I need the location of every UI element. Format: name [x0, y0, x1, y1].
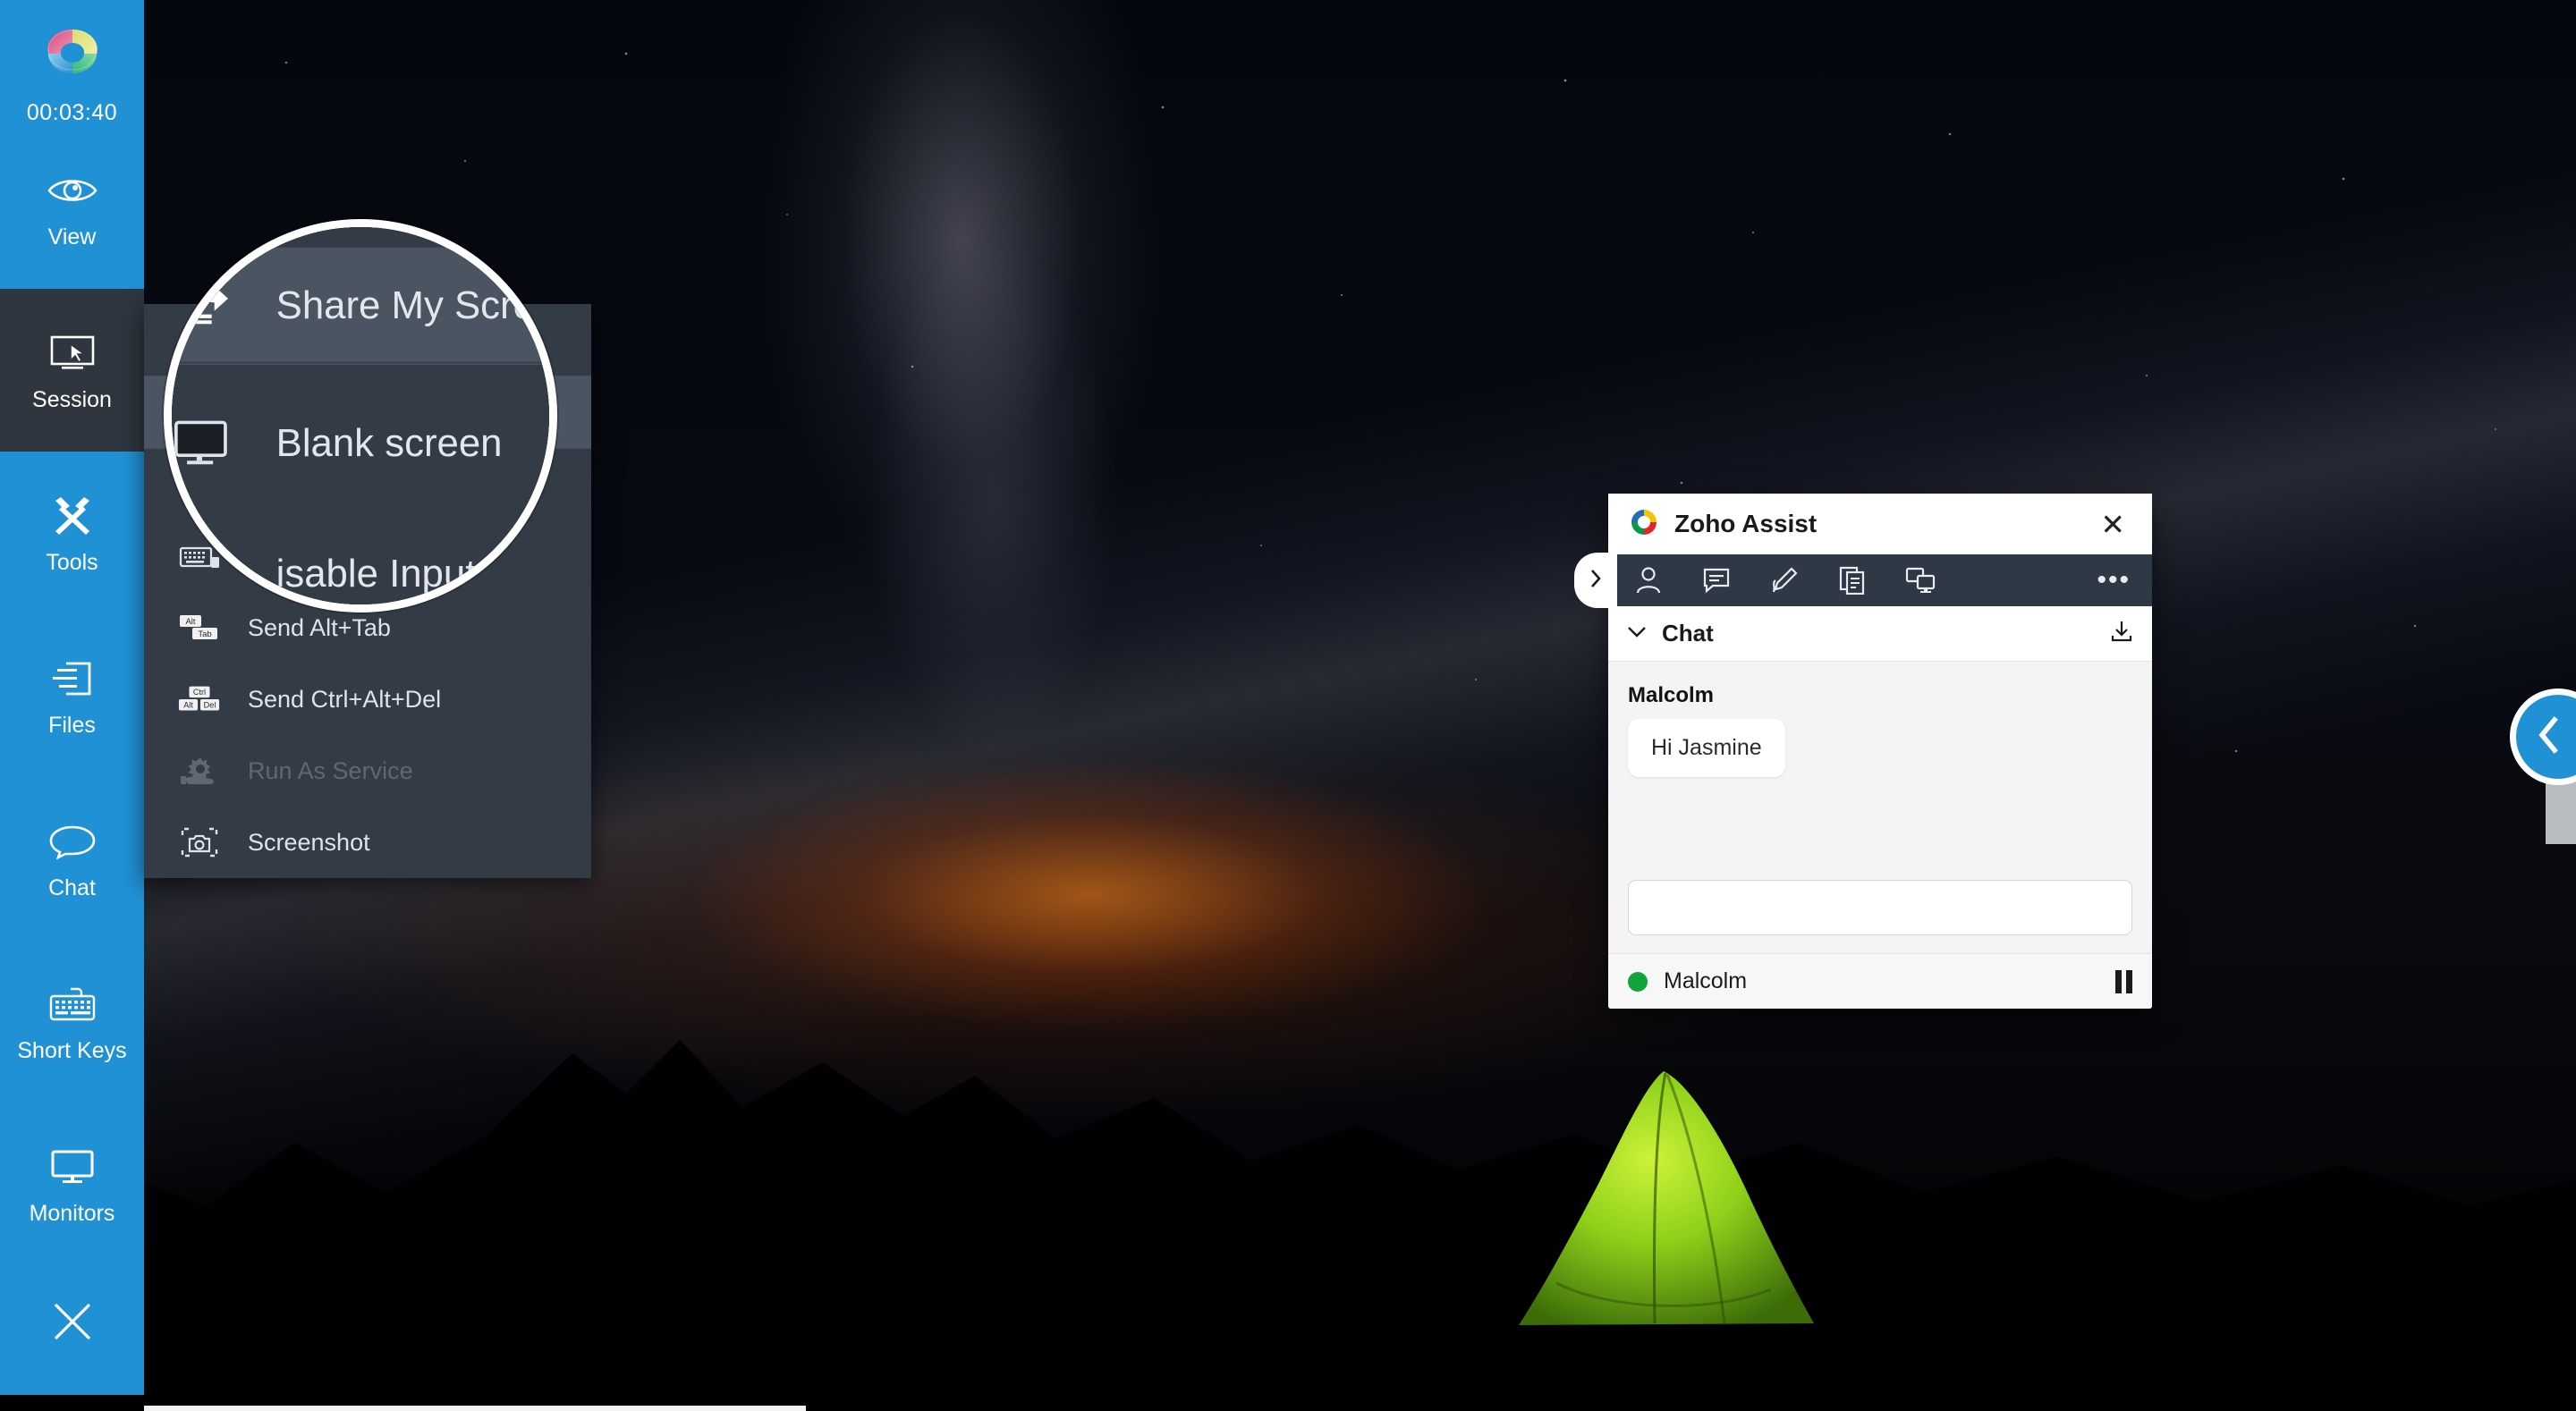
window-title: Zoho Assist: [1674, 510, 2079, 538]
sidebar-item-label: Session: [32, 389, 112, 411]
end-session-close-button[interactable]: [0, 1265, 144, 1381]
menu-item-run-as-service: Run As Service: [144, 735, 591, 807]
sidebar-item-view[interactable]: View: [0, 126, 144, 289]
monitor-icon: [47, 1144, 98, 1190]
sidebar-item-label: Monitors: [30, 1203, 115, 1225]
session-toolbar-sidebar: 00:03:40 View Session: [0, 0, 144, 1395]
chat-message: Malcolm Hi Jasmine: [1628, 683, 2132, 777]
screenshot-camera-icon: [178, 823, 221, 862]
chat-bubble-icon: [47, 818, 98, 865]
svg-text:Del: Del: [204, 701, 216, 710]
magnified-menu-item-label: Share My Screen: [276, 283, 557, 327]
sidebar-item-short-keys[interactable]: Short Keys: [0, 940, 144, 1103]
menu-item-label: Send Alt+Tab: [248, 614, 391, 642]
mountain-silhouette: [0, 785, 2576, 1411]
screen-share-icon[interactable]: [1903, 563, 1937, 597]
magnifier-content: Invite Technician Share My Screen Blank …: [164, 219, 557, 613]
svg-text:Alt: Alt: [183, 701, 193, 710]
menu-item-send-ctrl-alt-del[interactable]: Ctrl Alt Del Send Ctrl+Alt+Del: [144, 663, 591, 735]
assist-toolbar: •••: [1608, 554, 2152, 606]
magnifier-lens: Invite Technician Share My Screen Blank …: [164, 219, 557, 613]
magnified-menu-divider: [164, 363, 557, 365]
magnified-menu-item-blank-screen: Blank screen: [164, 386, 557, 499]
menu-item-label: Run As Service: [248, 757, 413, 785]
sidebar-item-label: Chat: [48, 877, 96, 900]
zoho-ring-logo: [1628, 506, 1660, 543]
download-icon[interactable]: [2109, 619, 2134, 648]
magnified-menu-item-disable-input-device: isable Input D: [164, 517, 557, 613]
sidebar-item-label: Tools: [46, 552, 97, 574]
close-x-icon: [48, 1297, 97, 1350]
chat-section-header: Chat: [1608, 606, 2152, 662]
chat-message-bubble: Hi Jasmine: [1628, 719, 1785, 777]
alt-tab-keys-icon: Alt Tab: [178, 608, 221, 647]
svg-text:Alt: Alt: [185, 617, 195, 627]
files-transfer-icon: [47, 655, 98, 702]
desktop-screen: 00:03:40 View Session: [0, 0, 2576, 1411]
zoho-assist-logo: [0, 0, 144, 98]
sidebar-item-label: Short Keys: [17, 1040, 126, 1062]
person-icon[interactable]: [1631, 563, 1665, 597]
eye-icon: [47, 167, 98, 214]
run-as-service-icon: [178, 751, 221, 790]
annotate-pencil-icon[interactable]: [1767, 563, 1801, 597]
chat-header-label: Chat: [1662, 620, 2109, 647]
edge-handle-stub: [2546, 780, 2576, 844]
menu-item-label: Send Ctrl+Alt+Del: [248, 686, 441, 714]
chevron-left-icon: [2533, 714, 2563, 760]
sidebar-item-label: View: [48, 226, 97, 249]
sidebar-item-label: Files: [48, 714, 96, 737]
pause-icon[interactable]: [2115, 970, 2132, 993]
sidebar-item-session[interactable]: Session: [0, 289, 144, 452]
chat-message-list: Malcolm Hi Jasmine: [1608, 662, 2152, 867]
chevron-down-icon[interactable]: [1626, 624, 1648, 643]
magnified-menu-item-label: Blank screen: [276, 420, 503, 465]
chat-bubble-icon[interactable]: [1699, 563, 1733, 597]
window-titlebar: Zoho Assist ✕: [1608, 494, 2152, 554]
sidebar-item-tools[interactable]: Tools: [0, 452, 144, 614]
chat-input[interactable]: [1628, 880, 2132, 935]
share-screen-icon: [164, 281, 239, 330]
presence-dot: [1628, 972, 1648, 992]
magnified-menu-item-share-my-screen: Share My Screen: [164, 249, 557, 361]
blank-monitor-icon: [164, 418, 239, 468]
taskbar-highlight: [144, 1406, 806, 1411]
keyboard-disable-icon: [164, 550, 239, 596]
ctrl-alt-del-keys-icon: Ctrl Alt Del: [178, 680, 221, 719]
chat-message-sender: Malcolm: [1628, 683, 2132, 708]
more-options-button[interactable]: •••: [2097, 567, 2131, 594]
status-participant-name: Malcolm: [1664, 968, 2099, 994]
magnified-menu-item-label: isable Input D: [276, 551, 515, 596]
sidebar-item-chat[interactable]: Chat: [0, 777, 144, 940]
keyboard-icon: [47, 981, 98, 1027]
chevron-right-icon: [1588, 567, 1604, 595]
glowing-tent: [1503, 1055, 1843, 1377]
assist-status-bar: Malcolm: [1608, 953, 2152, 1009]
session-timer: 00:03:40: [0, 100, 144, 126]
close-icon[interactable]: ✕: [2093, 506, 2132, 543]
zoho-assist-window: Zoho Assist ✕ •••: [1608, 494, 2152, 1009]
menu-item-label: Screenshot: [248, 829, 370, 857]
chat-input-area: [1608, 867, 2152, 953]
tools-wrench-screwdriver-icon: [47, 493, 98, 539]
menu-item-screenshot[interactable]: Screenshot: [144, 807, 591, 878]
sidebar-item-files[interactable]: Files: [0, 614, 144, 777]
expand-panel-tab[interactable]: [1574, 553, 1617, 608]
sidebar-item-monitors[interactable]: Monitors: [0, 1103, 144, 1265]
svg-text:Tab: Tab: [198, 629, 211, 639]
clipboard-copy-icon[interactable]: [1835, 563, 1869, 597]
session-screen-cursor-icon: [47, 330, 98, 376]
svg-text:Ctrl: Ctrl: [193, 688, 206, 697]
